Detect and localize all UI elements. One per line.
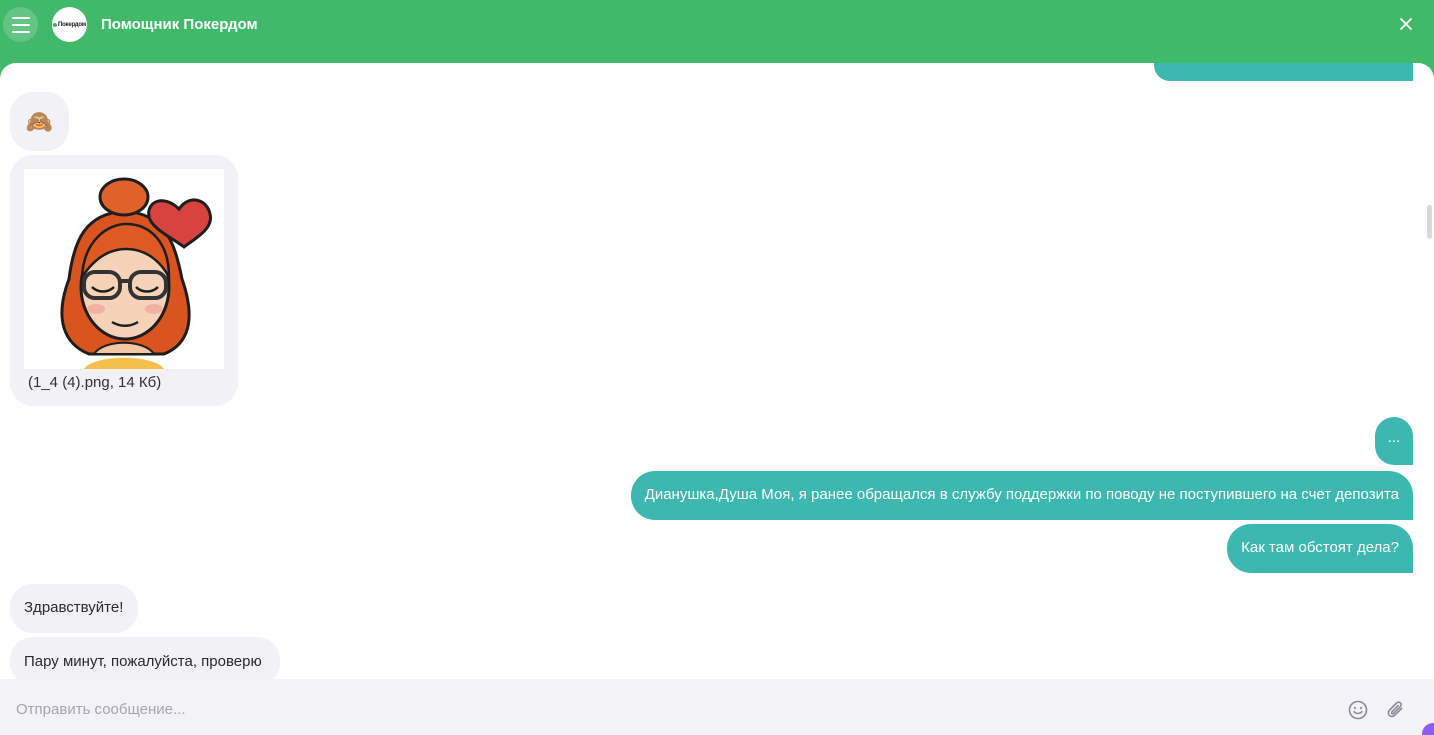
smiley-icon (1348, 700, 1368, 720)
corner-accent (1422, 723, 1434, 735)
outgoing-message: Дианушка,Душа Моя, я ранее обращался в с… (630, 471, 1413, 520)
monkey-emoji: 🙈 (25, 108, 54, 134)
close-button[interactable] (1396, 14, 1416, 34)
message-list[interactable]: 🙈 (1_4 (4).png, 14 Кб) ... Дианушка,Душа… (0, 63, 1434, 679)
avatar-sticker-image (60, 177, 212, 369)
incoming-image-message: (1_4 (4).png, 14 Кб) (10, 155, 238, 406)
menu-button[interactable] (3, 7, 38, 42)
chat-widget: Покердом Помощник Покердом 🙈 (1_4 (4).pn… (0, 0, 1434, 735)
message-text: Пару минут, пожалуйста, проверю (24, 653, 262, 670)
hamburger-icon (11, 16, 30, 19)
message-text: ... (1387, 429, 1401, 446)
paperclip-icon (1387, 701, 1403, 718)
attached-image[interactable] (24, 169, 224, 369)
chat-title: Помощник Покердом (101, 16, 258, 33)
attachment-caption: (1_4 (4).png, 14 Кб) (28, 374, 162, 391)
scrollbar-thumb[interactable] (1427, 205, 1432, 239)
message-text: Дианушка,Душа Моя, я ранее обращался в с… (644, 486, 1399, 503)
outgoing-message: ... (1375, 417, 1413, 465)
message-input[interactable] (16, 698, 1316, 720)
brand-logo: Покердом (52, 7, 87, 42)
close-icon (1400, 18, 1412, 30)
attach-button[interactable] (1385, 699, 1407, 721)
message-text: Как там обстоят дела? (1241, 539, 1399, 556)
composer (0, 679, 1434, 735)
outgoing-message-partial (1154, 63, 1413, 81)
incoming-emoji-message: 🙈 (10, 92, 69, 151)
incoming-message: Пару минут, пожалуйста, проверю (10, 637, 280, 679)
message-text: Здравствуйте! (24, 599, 124, 616)
incoming-message: Здравствуйте! (10, 584, 139, 633)
emoji-button[interactable] (1347, 699, 1369, 721)
outgoing-message: Как там обстоят дела? (1227, 524, 1413, 573)
